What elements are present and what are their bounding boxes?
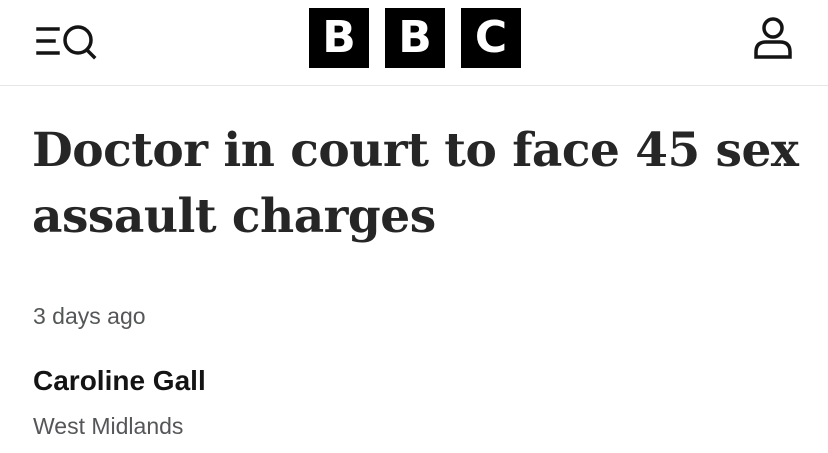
logo-letter-b2: B: [385, 8, 445, 68]
logo-letter-c: C: [461, 8, 521, 68]
logo-letter-b1: B: [309, 8, 369, 68]
account-button[interactable]: [750, 14, 796, 60]
menu-search-button[interactable]: [36, 22, 116, 64]
author-location: West Midlands: [33, 413, 184, 439]
site-header: B B C: [0, 0, 828, 86]
article-headline: Doctor in court to face 45 sex assault c…: [32, 123, 799, 244]
author-name: Caroline Gall: [33, 365, 206, 396]
menu-search-icon: [36, 25, 97, 60]
user-account-icon: [754, 17, 792, 59]
bbc-logo[interactable]: B B C: [309, 8, 521, 68]
article-timestamp: 3 days ago: [33, 303, 146, 329]
